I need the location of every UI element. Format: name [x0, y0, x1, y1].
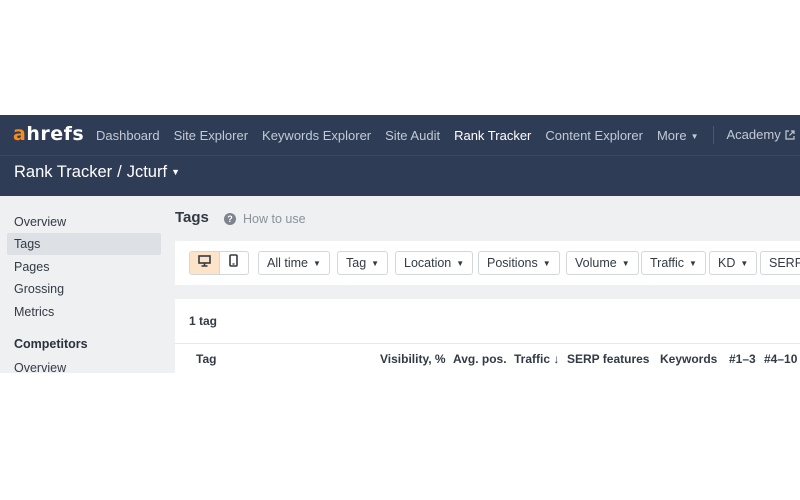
desktop-icon — [197, 254, 211, 272]
sidebar-item-overview[interactable]: Overview — [7, 211, 161, 233]
chevron-down-icon: ▼ — [456, 259, 465, 268]
how-to-use-label: How to use — [243, 212, 306, 226]
nav-dashboard[interactable]: Dashboard — [96, 128, 160, 143]
nav-items: Dashboard Site Explorer Keywords Explore… — [96, 115, 800, 155]
device-toggle — [189, 251, 249, 275]
external-link-icon — [785, 128, 795, 143]
column-header-serp-features[interactable]: SERP features — [567, 352, 649, 366]
chevron-down-icon: ▼ — [371, 259, 380, 268]
logo-text: hrefs — [26, 123, 85, 145]
nav-rank-tracker[interactable]: Rank Tracker — [454, 128, 531, 143]
tags-table-card: 1 tag Tag Visibility, % Avg. pos. Traffi… — [175, 299, 800, 373]
page-title: Tags — [175, 209, 209, 226]
top-nav: ahrefs Dashboard Site Explorer Keywords … — [0, 115, 800, 155]
column-header-pos-4-10[interactable]: #4–10 — [764, 352, 797, 366]
nav-content-explorer[interactable]: Content Explorer — [545, 128, 643, 143]
tag-count: 1 tag — [189, 314, 218, 328]
sidebar-item-pages[interactable]: Pages — [7, 256, 161, 278]
filter-label: All time — [267, 256, 308, 270]
column-header-traffic[interactable]: Traffic ↓ — [514, 352, 559, 366]
filter-label: KD — [718, 256, 736, 270]
nav-more-label: More — [656, 127, 687, 143]
chevron-down-icon: ▼ — [621, 259, 630, 268]
filter-label: SERP — [769, 256, 800, 270]
filter-label: Location — [404, 256, 452, 270]
filter-positions[interactable]: Positions ▼ — [478, 251, 560, 275]
sidebar-item-competitors-overview[interactable]: Overview — [7, 357, 161, 373]
project-bar: Rank Tracker / Jcturf ▼ — [0, 155, 800, 196]
filter-label: Positions — [487, 256, 538, 270]
filter-kd[interactable]: KD ▼ — [709, 251, 758, 275]
filter-all-time[interactable]: All time ▼ — [258, 251, 330, 275]
sidebar-item-metrics[interactable]: Metrics — [7, 301, 161, 323]
nav-more-dropdown[interactable]: More ▼ — [657, 128, 699, 143]
column-header-tag[interactable]: Tag — [196, 352, 216, 366]
filter-label: Tag — [346, 256, 367, 270]
project-breadcrumb: Rank Tracker / Jcturf ▼ — [14, 163, 180, 182]
chevron-down-icon: ▼ — [740, 259, 749, 268]
sidebar: Overview Tags Pages Grossing Metrics Com… — [0, 196, 168, 373]
desktop-toggle-button[interactable] — [190, 252, 219, 274]
breadcrumb-separator: / — [117, 163, 122, 181]
mobile-toggle-button[interactable] — [218, 252, 249, 274]
chevron-down-icon: ▼ — [689, 259, 697, 268]
filter-location[interactable]: Location ▼ — [395, 251, 474, 275]
sidebar-heading-competitors: Competitors — [14, 337, 88, 351]
chevron-down-icon: ▼ — [312, 259, 321, 268]
chevron-down-icon: ▼ — [542, 259, 551, 268]
chevron-down-icon[interactable]: ▼ — [171, 167, 180, 177]
nav-divider — [712, 126, 714, 144]
ahrefs-logo[interactable]: ahrefs — [13, 123, 84, 145]
filter-label: Volume — [575, 256, 617, 270]
column-header-pos-1-3[interactable]: #1–3 — [729, 352, 756, 366]
sidebar-item-tags[interactable]: Tags — [7, 233, 161, 255]
filter-bar: All time ▼ Tag ▼ Location ▼ Positions ▼ Volu… — [175, 241, 800, 285]
sidebar-item-grossing[interactable]: Grossing — [7, 278, 161, 300]
logo-accent-letter: a — [13, 123, 27, 145]
nav-academy[interactable]: Academy — [727, 127, 795, 143]
filter-label: Traffic — [650, 256, 685, 270]
nav-site-audit[interactable]: Site Audit — [385, 128, 440, 143]
project-selector[interactable]: Jcturf — [127, 163, 167, 181]
filter-volume[interactable]: Volume ▼ — [566, 251, 639, 275]
column-header-visibility[interactable]: Visibility, % — [380, 352, 446, 366]
filter-serp[interactable]: SERP — [760, 251, 800, 275]
breadcrumb-tool[interactable]: Rank Tracker — [14, 163, 112, 181]
nav-site-explorer[interactable]: Site Explorer — [174, 128, 248, 143]
app-screenshot: ahrefs Dashboard Site Explorer Keywords … — [0, 115, 800, 373]
mobile-icon — [229, 254, 239, 272]
chevron-down-icon: ▼ — [690, 131, 699, 141]
nav-academy-label: Academy — [726, 127, 781, 142]
filter-tag[interactable]: Tag ▼ — [337, 251, 389, 275]
filter-traffic[interactable]: Traffic ▼ — [641, 251, 706, 275]
column-header-keywords[interactable]: Keywords — [660, 352, 717, 366]
column-header-avg-pos[interactable]: Avg. pos. — [453, 352, 507, 366]
help-icon: ? — [224, 213, 236, 225]
nav-keywords-explorer[interactable]: Keywords Explorer — [262, 128, 371, 143]
how-to-use-link[interactable]: ? How to use — [224, 212, 306, 226]
divider — [175, 343, 800, 344]
